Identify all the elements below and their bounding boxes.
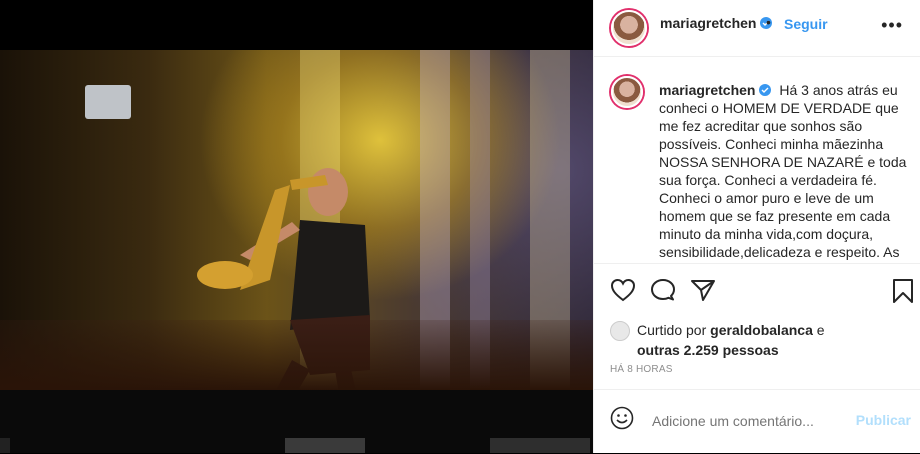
separator-dot: •: [766, 14, 771, 30]
follow-button[interactable]: Seguir: [784, 16, 828, 32]
emoji-icon[interactable]: [610, 406, 634, 430]
more-icon[interactable]: •••: [881, 16, 903, 34]
post-caption: mariagretchen Há 3 anos atrás eu conheci…: [659, 81, 909, 261]
comments-section: mariagretchen Há 3 anos atrás eu conheci…: [594, 57, 920, 264]
verified-icon: [759, 84, 772, 96]
share-icon[interactable]: [690, 278, 716, 302]
heart-icon[interactable]: [610, 278, 636, 302]
post-timestamp[interactable]: HÁ 8 HORAS: [610, 364, 673, 375]
liker-avatar[interactable]: [610, 321, 630, 341]
post-photo[interactable]: [0, 50, 593, 390]
avatar[interactable]: [611, 76, 643, 108]
bookmark-icon[interactable]: [891, 278, 915, 304]
post-side-panel: mariagretchen • Seguir ••• mariagretchen…: [593, 0, 920, 453]
username-text[interactable]: mariagretchen: [659, 82, 755, 98]
liked-by-username[interactable]: geraldobalanca: [710, 322, 813, 338]
caption-text: Há 3 anos atrás eu conheci o HOMEM DE VE…: [659, 82, 907, 260]
comment-form: Publicar: [594, 389, 920, 454]
action-bar: [594, 272, 920, 312]
stage-floor: [0, 320, 593, 390]
publish-button[interactable]: Publicar: [856, 412, 911, 428]
post-media[interactable]: [0, 0, 593, 453]
caption-username[interactable]: mariagretchen: [659, 82, 772, 98]
laptop-image: [85, 85, 131, 119]
likes-text: Curtido por geraldobalanca e outras 2.25…: [637, 320, 897, 360]
author-username[interactable]: mariagretchen: [660, 15, 773, 31]
comment-icon[interactable]: [650, 278, 676, 302]
avatar[interactable]: [611, 10, 647, 46]
next-posts-strip: [0, 390, 593, 453]
likes-summary: Curtido por geraldobalanca e outras 2.25…: [610, 320, 910, 360]
likes-others-link[interactable]: outras 2.259 pessoas: [637, 342, 779, 358]
likes-prefix: Curtido por: [637, 322, 707, 338]
username-text[interactable]: mariagretchen: [660, 15, 756, 31]
likes-conjunction: e: [816, 322, 825, 338]
post-header: mariagretchen • Seguir •••: [594, 0, 920, 57]
comment-input[interactable]: [650, 412, 854, 430]
